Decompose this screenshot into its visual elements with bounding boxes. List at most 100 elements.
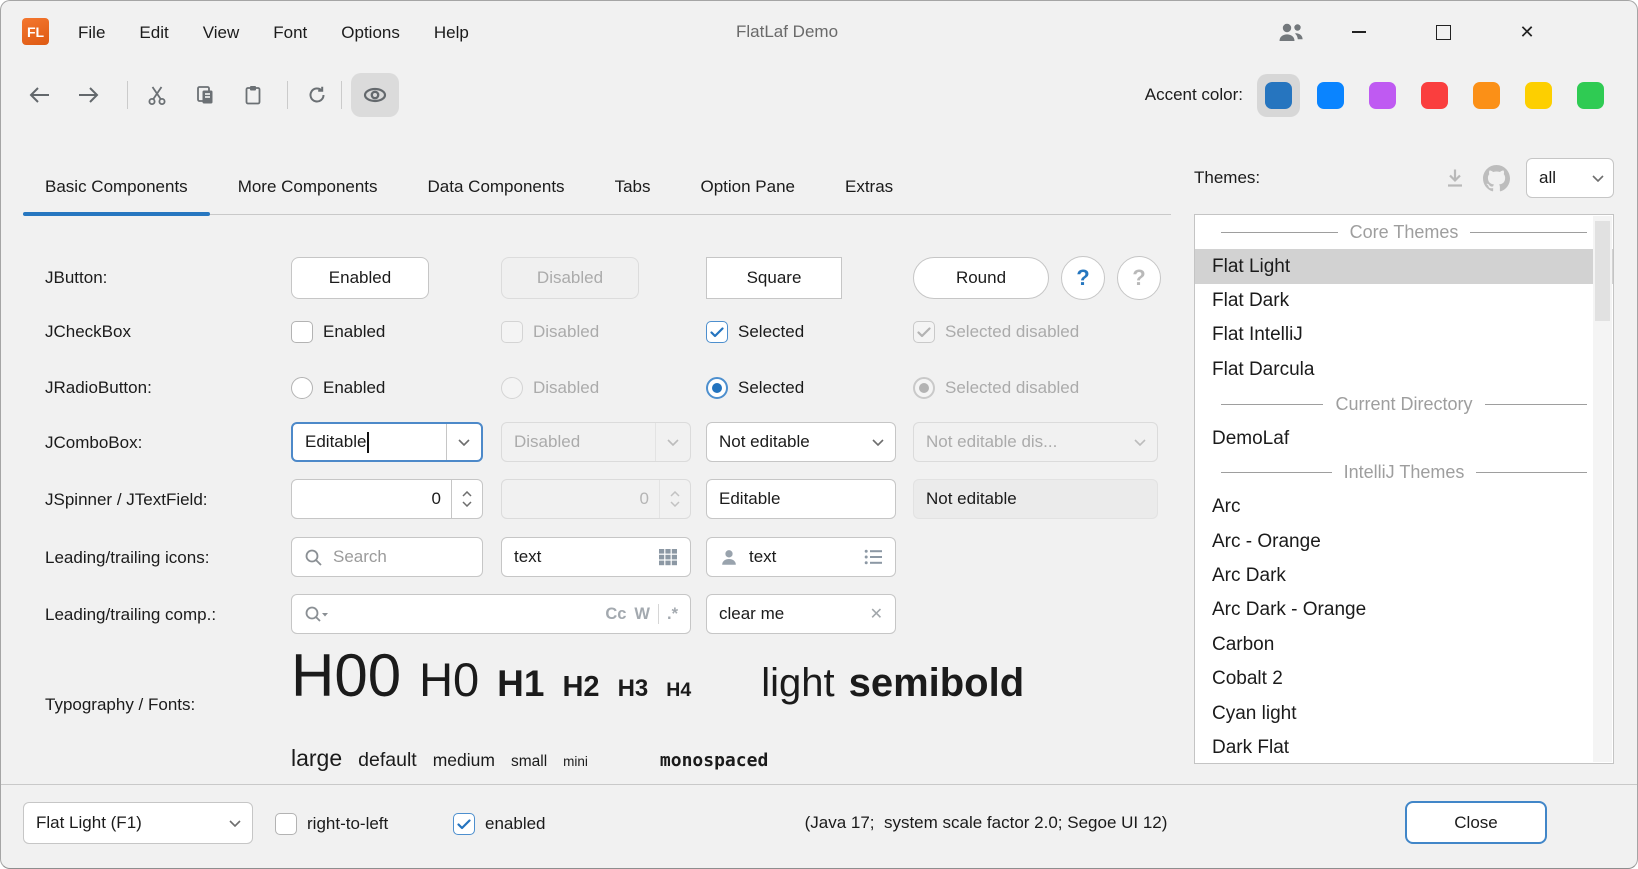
cut-button[interactable]	[139, 77, 175, 113]
accent-swatch-6[interactable]	[1569, 74, 1612, 117]
enabled-checkbox[interactable]: enabled	[453, 812, 546, 836]
spinner-buttons[interactable]	[451, 480, 482, 518]
chevron-down-icon[interactable]	[446, 424, 481, 460]
textfield-trailing-table[interactable]: text	[501, 537, 691, 577]
menubar: FileEditViewFontOptionsHelp	[61, 13, 486, 53]
help-button[interactable]: ?	[1061, 256, 1105, 300]
theme-item-arc-dark-orange[interactable]: Arc Dark - Orange	[1195, 593, 1613, 627]
copy-button[interactable]	[187, 77, 223, 113]
theme-item-flat-dark[interactable]: Flat Dark	[1195, 284, 1613, 318]
tab-option-pane[interactable]: Option Pane	[678, 159, 817, 214]
github-icon[interactable]	[1483, 165, 1510, 192]
theme-item-arc-orange[interactable]: Arc - Orange	[1195, 525, 1613, 559]
accent-swatch-3[interactable]	[1413, 74, 1456, 117]
themes-scrollbar[interactable]	[1593, 216, 1612, 762]
accent-swatch-2[interactable]	[1361, 74, 1404, 117]
combobox-not-editable-disabled: Not editable dis...	[913, 422, 1158, 462]
enabled-button[interactable]: Enabled	[291, 257, 429, 299]
radio-selected[interactable]: Selected	[706, 376, 804, 400]
system-info: (Java 17; system scale factor 2.0; Segoe…	[805, 813, 1168, 833]
clearable-field[interactable]: clear me ✕	[706, 594, 896, 634]
menu-item-view[interactable]: View	[186, 23, 257, 43]
show-hidden-toggle[interactable]	[351, 73, 399, 117]
users-icon[interactable]	[1273, 1, 1309, 63]
accent-swatch-0[interactable]	[1257, 74, 1300, 117]
checkbox-selected[interactable]: Selected	[706, 320, 804, 344]
theme-item-cobalt-2[interactable]: Cobalt 2	[1195, 662, 1613, 696]
radio-selected-disabled: Selected disabled	[913, 376, 1079, 400]
menu-item-font[interactable]: Font	[256, 23, 324, 43]
scrollbar-thumb[interactable]	[1595, 221, 1610, 321]
tab-basic-components[interactable]: Basic Components	[23, 159, 210, 214]
paste-button[interactable]	[235, 77, 271, 113]
theme-group-separator: Core Themes	[1195, 215, 1613, 249]
minimize-button[interactable]	[1341, 1, 1377, 63]
chevron-down-icon[interactable]	[462, 501, 472, 507]
menu-item-file[interactable]: File	[61, 23, 122, 43]
theme-item-dark-flat[interactable]: Dark Flat	[1195, 731, 1613, 764]
theme-item-flat-darcula[interactable]: Flat Darcula	[1195, 353, 1613, 387]
square-button[interactable]: Square	[706, 257, 842, 299]
chevron-down-icon[interactable]	[218, 803, 252, 843]
search-field[interactable]: Search	[291, 537, 483, 577]
refresh-button[interactable]	[299, 77, 335, 113]
menu-item-help[interactable]: Help	[417, 23, 486, 43]
spinner-value[interactable]: 0	[292, 489, 451, 509]
list-icon[interactable]	[864, 548, 883, 566]
clear-icon[interactable]: ✕	[870, 604, 883, 624]
accent-swatch-5[interactable]	[1517, 74, 1560, 117]
round-button[interactable]: Round	[913, 257, 1049, 299]
textfield-value: text	[514, 547, 541, 567]
spinner[interactable]: 0	[291, 479, 483, 519]
checkbox-label: Enabled	[323, 322, 385, 342]
search-with-options-field[interactable]: Cc W .*	[291, 594, 691, 634]
download-theme-icon[interactable]	[1443, 166, 1467, 190]
right-to-left-checkbox[interactable]: right-to-left	[275, 812, 388, 836]
theme-item-flat-intellij[interactable]: Flat IntelliJ	[1195, 318, 1613, 352]
checkbox-enabled[interactable]: Enabled	[291, 320, 385, 344]
combobox-editable[interactable]: Editable	[291, 422, 483, 462]
accent-swatch-color	[1265, 82, 1292, 109]
radio-enabled[interactable]: Enabled	[291, 376, 385, 400]
radio-disabled: Disabled	[501, 376, 599, 400]
textfield-leading-user[interactable]: text	[706, 537, 896, 577]
theme-item-arc-dark[interactable]: Arc Dark	[1195, 559, 1613, 593]
checkbox-icon	[501, 321, 523, 343]
themes-header: Themes: all	[1194, 156, 1614, 200]
chevron-up-icon[interactable]	[462, 491, 472, 497]
match-case-button[interactable]: Cc	[605, 605, 626, 624]
radio-label: Disabled	[533, 378, 599, 398]
close-button[interactable]: Close	[1405, 801, 1547, 844]
themes-filter-combo[interactable]: all	[1526, 158, 1614, 198]
combobox-not-editable[interactable]: Not editable	[706, 422, 896, 462]
tab-data-components[interactable]: Data Components	[406, 159, 587, 214]
whole-words-button[interactable]: W	[634, 605, 650, 624]
maximize-button[interactable]	[1425, 1, 1461, 63]
menu-item-edit[interactable]: Edit	[122, 23, 185, 43]
forward-button[interactable]	[71, 77, 107, 113]
back-button[interactable]	[21, 77, 57, 113]
regex-button[interactable]: .*	[667, 605, 678, 624]
textfield-editable[interactable]: Editable	[706, 479, 896, 519]
table-icon[interactable]	[658, 548, 678, 566]
tab-tabs[interactable]: Tabs	[593, 159, 673, 214]
chevron-down-icon[interactable]	[861, 423, 895, 461]
accent-swatch-4[interactable]	[1465, 74, 1508, 117]
accent-color-label: Accent color:	[1145, 85, 1243, 105]
radio-icon	[501, 377, 523, 399]
large-sample: large	[291, 745, 342, 772]
tab-extras[interactable]: Extras	[823, 159, 915, 214]
theme-item-arc[interactable]: Arc	[1195, 490, 1613, 524]
theme-item-flat-light[interactable]: Flat Light	[1195, 249, 1613, 283]
laf-combobox[interactable]: Flat Light (F1)	[23, 802, 253, 844]
medium-sample: medium	[433, 750, 495, 771]
close-window-button[interactable]: ✕	[1509, 1, 1545, 63]
search-dropdown-icon[interactable]	[304, 605, 330, 624]
theme-item-carbon[interactable]: Carbon	[1195, 628, 1613, 662]
menu-item-options[interactable]: Options	[324, 23, 417, 43]
theme-item-cyan-light[interactable]: Cyan light	[1195, 696, 1613, 730]
tab-more-components[interactable]: More Components	[216, 159, 400, 214]
accent-swatch-1[interactable]	[1309, 74, 1352, 117]
toolbar-separator	[287, 81, 288, 109]
theme-item-demolaf[interactable]: DemoLaf	[1195, 421, 1613, 455]
